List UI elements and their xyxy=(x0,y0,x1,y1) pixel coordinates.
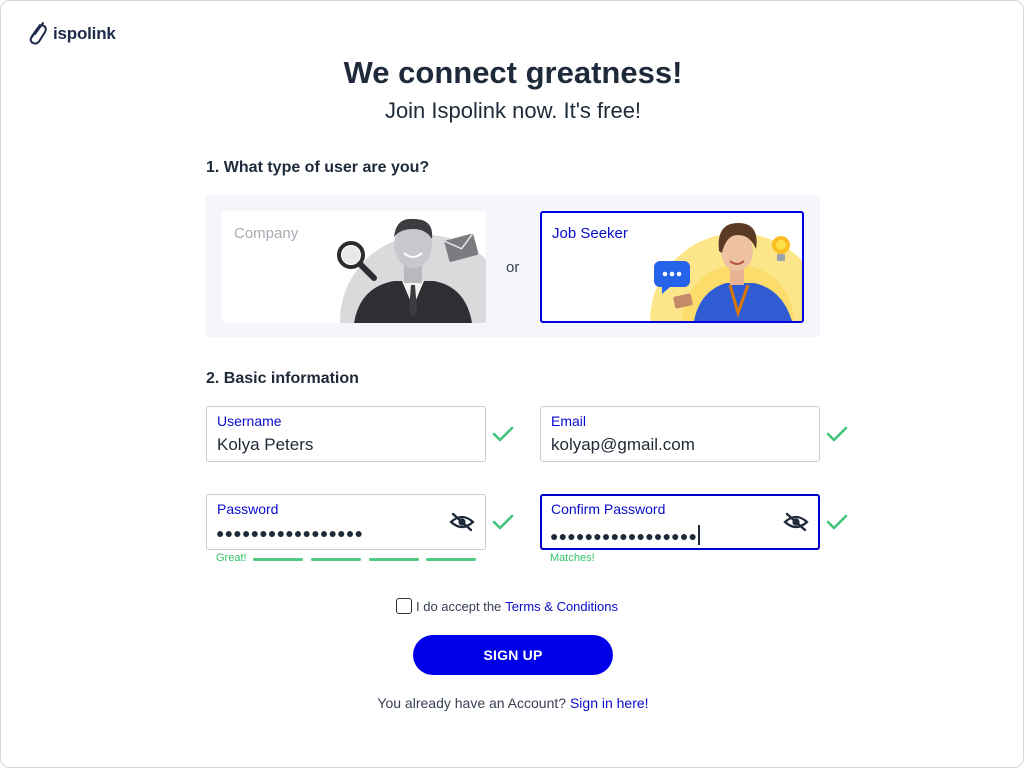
confirm-password-hint: Matches! xyxy=(550,552,595,564)
eye-slash-icon[interactable] xyxy=(449,512,475,532)
terms-checkbox[interactable] xyxy=(396,598,412,614)
page-subtitle: Join Ispolink now. It's free! xyxy=(384,98,642,123)
password-input[interactable]: ●●●●●●●●●●●●●●●●● xyxy=(216,525,363,541)
terms-row: I do accept the Terms & Conditions xyxy=(396,598,618,614)
brand-logo[interactable]: ispolink xyxy=(27,21,116,47)
confirm-password-field[interactable]: Confirm Password ●●●●●●●●●●●●●●●●● xyxy=(540,494,820,550)
jobseeker-illustration xyxy=(650,223,802,321)
password-field[interactable]: Password ●●●●●●●●●●●●●●●●● xyxy=(206,494,486,550)
signin-link[interactable]: Sign in here! xyxy=(570,695,649,711)
password-check-icon xyxy=(492,514,514,530)
email-label: Email xyxy=(551,413,587,429)
brand-name: ispolink xyxy=(53,24,116,43)
terms-prefix: I do accept the xyxy=(416,598,502,614)
signin-row: You already have an Account? Sign in her… xyxy=(1,695,1024,711)
or-separator: or xyxy=(506,259,520,276)
email-field[interactable]: Email kolyap@gmail.com xyxy=(540,406,820,462)
confirm-password-label: Confirm Password xyxy=(551,501,666,517)
username-label: Username xyxy=(217,413,282,429)
company-label: Company xyxy=(234,225,299,242)
confirm-password-input[interactable]: ●●●●●●●●●●●●●●●●● xyxy=(550,525,701,545)
user-type-heading: 1. What type of user are you? xyxy=(206,159,430,176)
username-field[interactable]: Username Kolya Peters xyxy=(206,406,486,462)
jobseeker-label: Job Seeker xyxy=(552,225,628,242)
page-title: We connect greatness! xyxy=(343,55,683,90)
user-type-jobseeker-card[interactable]: Job Seeker xyxy=(540,211,804,323)
strength-bar-4 xyxy=(426,558,476,561)
strength-bar-3 xyxy=(369,558,419,561)
user-type-company-card[interactable]: Company xyxy=(222,211,486,323)
company-illustration xyxy=(337,218,486,323)
username-check-icon xyxy=(492,426,514,442)
password-label: Password xyxy=(217,501,279,517)
password-strength-hint: Great! xyxy=(216,552,247,564)
signin-prefix: You already have an Account? xyxy=(377,695,567,711)
strength-bar-1 xyxy=(253,558,303,561)
signup-button[interactable]: SIGN UP xyxy=(413,635,613,675)
username-input[interactable]: Kolya Peters xyxy=(217,435,447,455)
confirm-password-check-icon xyxy=(826,514,848,530)
text-caret xyxy=(698,525,701,545)
email-input[interactable]: kolyap@gmail.com xyxy=(551,435,781,455)
paperclip-logo-icon xyxy=(29,22,47,45)
eye-slash-icon[interactable] xyxy=(783,512,809,532)
strength-bar-2 xyxy=(311,558,361,561)
email-check-icon xyxy=(826,426,848,442)
basic-info-heading: 2. Basic information xyxy=(206,370,359,387)
terms-link[interactable]: Terms & Conditions xyxy=(505,599,618,614)
app-window: ispolink We connect greatness! Join Ispo… xyxy=(0,0,1024,768)
user-type-panel: Company or Job Seeker xyxy=(206,195,820,337)
